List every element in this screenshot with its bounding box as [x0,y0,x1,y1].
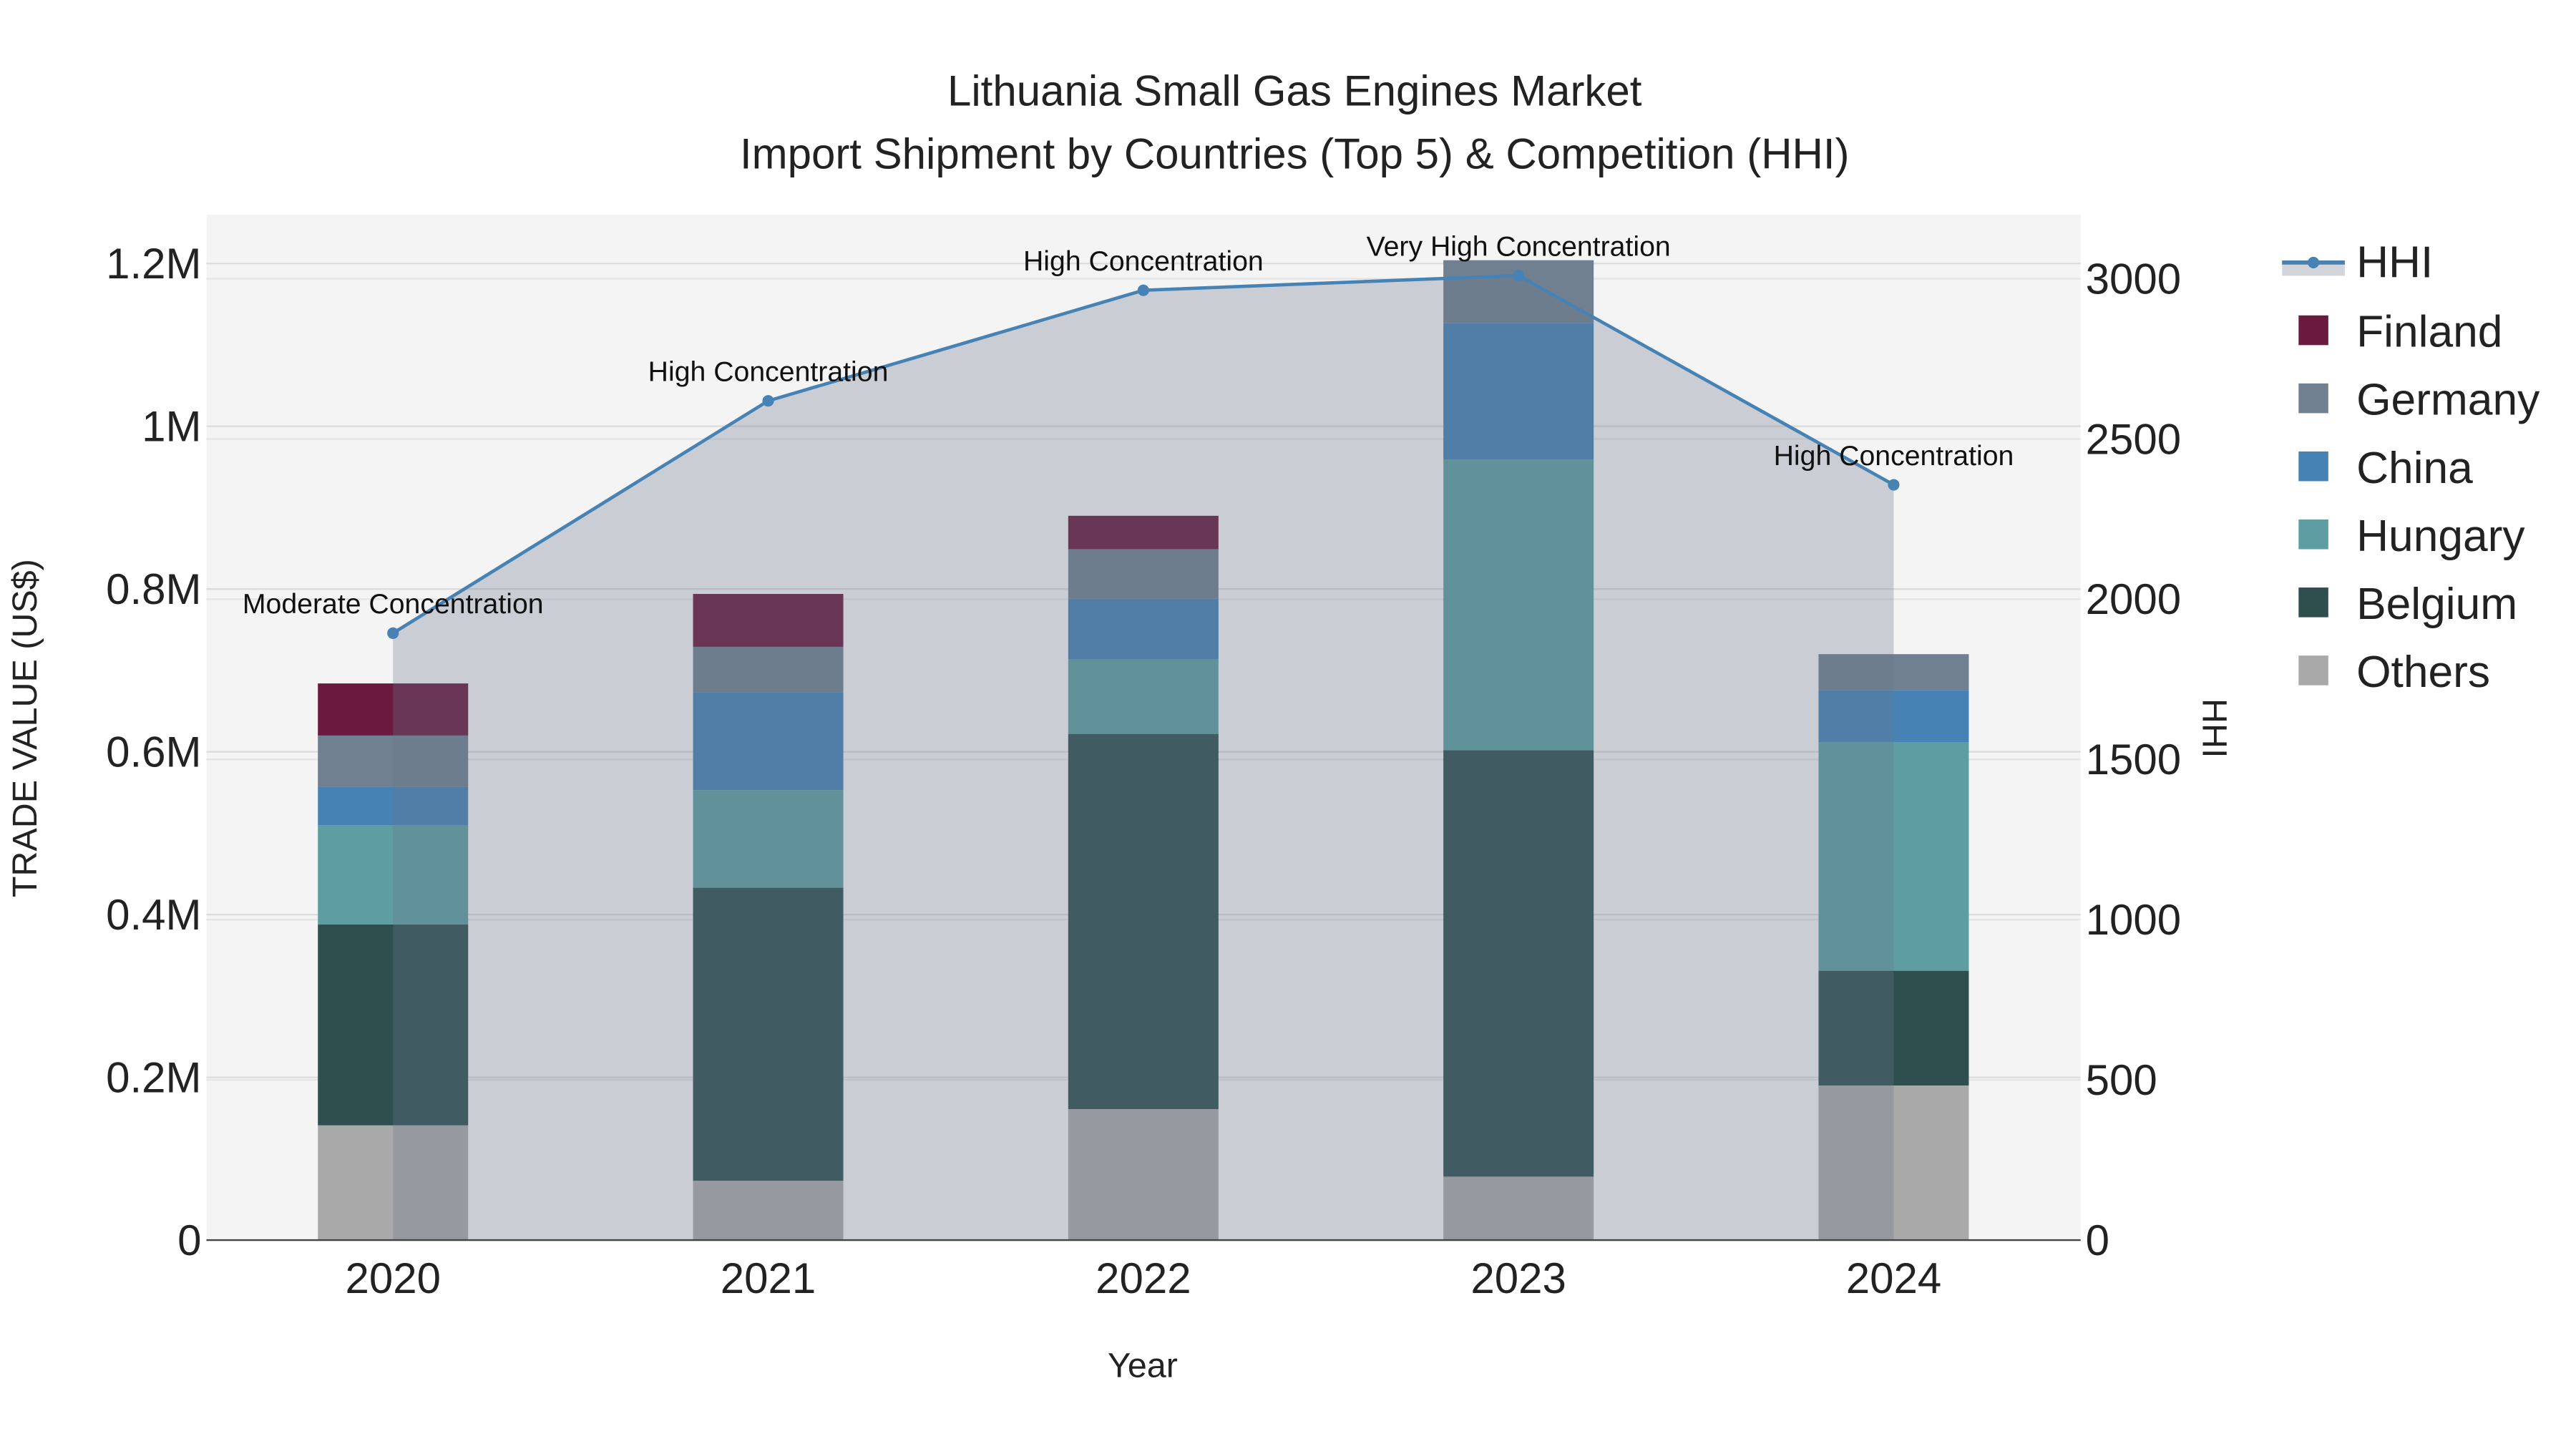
y2-tick-label: 3000 [2086,255,2181,303]
y2-axis-title: HHI [2195,698,2233,758]
y2-tick-label: 1000 [2086,896,2181,944]
x-axis-ticks: 2020 2021 2022 2023 2024 [345,1254,1941,1302]
hhi-annotation: Moderate Concentration [243,588,544,620]
y2-tick-label: 500 [2086,1056,2157,1104]
y-axis-ticks: 0 0.2M 0.4M 0.6M 0.8M 1M 1.2M [106,240,201,1264]
x-axis-title: Year [1108,1347,1178,1385]
legend: HHI Finland Germany China Hungary Belgium Oth… [2282,238,2540,697]
y-tick-label: 0.8M [106,565,201,613]
hhi-point [1137,284,1149,296]
hhi-annotation: High Concentration [1774,440,2014,472]
y-axis-title: TRADE VALUE (US$) [6,559,44,897]
legend-label-china: China [2356,444,2473,493]
y2-tick-label: 2000 [2086,575,2181,623]
legend-label-germany: Germany [2356,376,2540,425]
x-tick-label: 2024 [1846,1254,1941,1302]
x-tick-label: 2021 [721,1254,816,1302]
chart: Moderate Concentration High Concentration… [6,67,2540,1385]
legend-label-hhi: HHI [2356,238,2433,288]
legend-swatch-finland [2298,315,2328,346]
x-tick-label: 2020 [345,1254,440,1302]
legend-swatch-others [2298,655,2328,686]
hhi-annotation: High Concentration [1023,245,1264,277]
legend-swatch-belgium [2298,587,2328,618]
y-tick-label: 0.6M [106,728,201,776]
y-tick-label: 1M [142,402,201,450]
hhi-point [387,627,399,639]
y2-tick-label: 1500 [2086,736,2181,784]
legend-swatch-germany [2298,383,2328,414]
x-tick-label: 2023 [1470,1254,1566,1302]
y2-tick-label: 2500 [2086,415,2181,463]
x-tick-label: 2022 [1096,1254,1191,1302]
y-tick-label: 0.2M [106,1053,201,1101]
y2-tick-label: 0 [2086,1216,2109,1264]
chart-title-line2: Import Shipment by Countries (Top 5) & C… [740,130,1850,177]
legend-label-hungary: Hungary [2356,512,2525,561]
legend-hhi-marker [2308,256,2320,268]
hhi-point [1513,270,1525,282]
y-tick-label: 0 [177,1216,201,1264]
legend-label-others: Others [2356,648,2490,697]
y2-axis-ticks: 0 500 1000 1500 2000 2500 3000 [2086,255,2181,1264]
y-tick-label: 1.2M [106,240,201,288]
hhi-annotation: Very High Concentration [1367,230,1671,262]
hhi-annotation: High Concentration [648,356,889,388]
legend-label-finland: Finland [2356,308,2502,357]
hhi-point [762,395,774,407]
hhi-point [1888,479,1900,491]
legend-swatch-hungary [2298,519,2328,550]
legend-swatch-china [2298,451,2328,482]
y-tick-label: 0.4M [106,891,201,939]
legend-label-belgium: Belgium [2356,580,2517,629]
chart-title-line1: Lithuania Small Gas Engines Market [947,67,1642,115]
